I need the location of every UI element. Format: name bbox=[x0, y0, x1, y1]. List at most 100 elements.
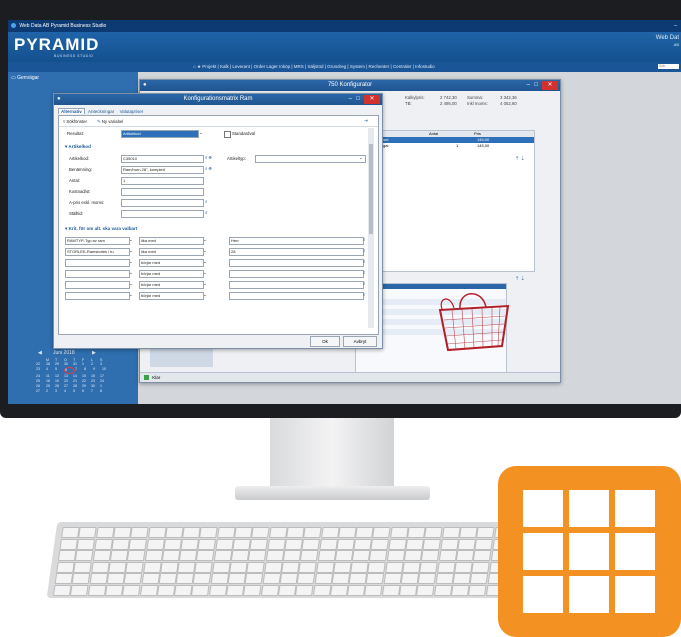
prev-month-icon[interactable]: ◀ bbox=[38, 350, 42, 356]
menu-item[interactable]: Kalk bbox=[220, 64, 229, 69]
search-icon[interactable]: ⌕ ⊕ bbox=[205, 166, 211, 171]
standardval-checkbox[interactable] bbox=[224, 131, 231, 138]
benamning-field[interactable]: Ram/horn 28", komplett bbox=[121, 166, 204, 174]
menu-item[interactable]: Order Lager Inköp bbox=[254, 64, 291, 69]
criteria-value-field[interactable] bbox=[229, 259, 364, 267]
minimize-icon[interactable]: – bbox=[349, 94, 352, 105]
chevron-down-icon[interactable]: ⌄ bbox=[129, 281, 133, 287]
tab-valutapriser[interactable]: Valutapriser bbox=[118, 109, 146, 114]
calendar-day[interactable]: 2 bbox=[46, 389, 55, 394]
stalltid-field[interactable] bbox=[121, 210, 204, 218]
chevron-down-icon[interactable]: ⌄ bbox=[129, 248, 133, 254]
artikeltyp-select[interactable] bbox=[255, 155, 366, 163]
home-icon[interactable]: ⌂ ★ bbox=[193, 64, 202, 69]
criteria-variable-select[interactable] bbox=[65, 281, 130, 289]
section-kriterier[interactable]: ▾ Krit. för om alt. ska vara valbart bbox=[65, 226, 137, 232]
chevron-down-icon[interactable]: ⌄ bbox=[203, 237, 207, 243]
criteria-variable-select[interactable] bbox=[65, 292, 130, 300]
calendar-day[interactable]: 4 bbox=[46, 367, 55, 374]
menu-item[interactable]: Leverant bbox=[232, 64, 250, 69]
menu-item[interactable]: Rechenter bbox=[369, 64, 390, 69]
calendar-day[interactable]: 3 bbox=[55, 389, 64, 394]
tab-alternativ[interactable]: Alternativ bbox=[58, 108, 85, 114]
minimize-icon[interactable]: – bbox=[527, 80, 530, 91]
search-icon[interactable]: ⌕ ⊕ bbox=[205, 155, 211, 160]
chevron-down-icon[interactable]: ⌄ bbox=[129, 259, 133, 265]
criteria-operator-select[interactable]: börjar med bbox=[139, 259, 204, 267]
calendar-day[interactable]: 7 bbox=[75, 367, 84, 374]
menu-item[interactable]: Infostudio bbox=[415, 64, 435, 69]
artikelkod-field[interactable]: C35010 bbox=[121, 155, 204, 163]
search-icon[interactable]: ⌕ bbox=[205, 210, 207, 215]
criteria-operator-select[interactable]: börjar med bbox=[139, 292, 204, 300]
chevron-down-icon[interactable]: ⌄ bbox=[203, 281, 207, 287]
chevron-down-icon[interactable]: ⌄ bbox=[199, 130, 203, 136]
menu-item[interactable]: Centraler bbox=[393, 64, 412, 69]
calendar-day[interactable]: 6 bbox=[64, 367, 75, 374]
scrollbar[interactable] bbox=[368, 128, 374, 328]
search-icon[interactable]: ⌕ bbox=[363, 281, 365, 286]
toolbar-sokfonster[interactable]: ▿ Sökfönster bbox=[63, 119, 87, 125]
criteria-variable-select[interactable] bbox=[65, 270, 130, 278]
calendar-day[interactable]: 5 bbox=[73, 389, 82, 394]
calendar-day[interactable]: 7 bbox=[91, 389, 100, 394]
sidebar-item-genvagar[interactable]: ▭ Genvägar bbox=[11, 75, 39, 81]
search-input[interactable]: Sök bbox=[658, 64, 679, 69]
calendar-day[interactable]: 9 bbox=[93, 367, 102, 374]
menu-item[interactable]: Säljstöd bbox=[307, 64, 323, 69]
antal-field[interactable]: 1 bbox=[121, 177, 204, 185]
menu-item[interactable]: Projekt bbox=[202, 64, 216, 69]
close-icon[interactable]: ✕ bbox=[364, 95, 380, 104]
section-artikelkod[interactable]: ▾ Artikelkod bbox=[65, 144, 91, 150]
criteria-value-field[interactable]: 28 bbox=[229, 248, 364, 256]
menu-item[interactable]: Grundreg bbox=[327, 64, 346, 69]
chevron-down-icon[interactable]: ⌄ bbox=[203, 259, 207, 265]
calendar-day[interactable]: 5 bbox=[55, 367, 64, 374]
criteria-variable-select[interactable]: RAMTYP-Typ av ram bbox=[65, 237, 130, 245]
chevron-down-icon[interactable]: ⌄ bbox=[359, 155, 363, 161]
search-icon[interactable]: ⌕ bbox=[363, 259, 365, 264]
tab-anteckningar[interactable]: Anteckningar bbox=[86, 109, 116, 114]
apris-field[interactable] bbox=[121, 199, 204, 207]
calendar-day[interactable]: 10 bbox=[102, 367, 111, 374]
criteria-value-field[interactable] bbox=[229, 292, 364, 300]
criteria-operator-select[interactable]: börjar med bbox=[139, 281, 204, 289]
criteria-value-field[interactable] bbox=[229, 281, 364, 289]
calendar-day[interactable]: 6 bbox=[82, 389, 91, 394]
cancel-button[interactable]: Avbryt bbox=[343, 336, 377, 347]
maximize-icon[interactable]: □ bbox=[534, 80, 538, 91]
close-icon[interactable]: ✕ bbox=[542, 81, 558, 90]
collapse-icon[interactable]: ⇥ bbox=[364, 118, 368, 124]
search-icon[interactable]: ⌕ bbox=[205, 199, 207, 204]
calendar-day[interactable]: 4 bbox=[64, 389, 73, 394]
criteria-value-field[interactable]: Herr bbox=[229, 237, 364, 245]
criteria-variable-select[interactable] bbox=[65, 259, 130, 267]
menu-item[interactable]: System bbox=[350, 64, 365, 69]
chevron-down-icon[interactable]: ⌄ bbox=[129, 292, 133, 298]
criteria-operator-select[interactable]: börjar med bbox=[139, 270, 204, 278]
chevron-down-icon[interactable]: ⌄ bbox=[203, 292, 207, 298]
nav-arrows-icon[interactable]: ⇡ ⇣ bbox=[515, 156, 525, 162]
criteria-operator-select[interactable]: lika med bbox=[139, 237, 204, 245]
next-month-icon[interactable]: ▶ bbox=[92, 350, 96, 356]
minimize-icon[interactable]: – bbox=[674, 20, 677, 32]
calendar-day[interactable]: 8 bbox=[100, 389, 109, 394]
menu-item[interactable]: MRS bbox=[294, 64, 304, 69]
ok-button[interactable]: Ok bbox=[310, 336, 340, 347]
resultat-select[interactable]: Artikelkod bbox=[121, 130, 199, 138]
kostnad-field[interactable] bbox=[121, 188, 204, 196]
scrollbar-thumb[interactable] bbox=[369, 144, 373, 234]
search-icon[interactable]: ⌕ bbox=[363, 237, 365, 242]
search-icon[interactable]: ⌕ bbox=[363, 292, 365, 297]
criteria-operator-select[interactable]: lika med bbox=[139, 248, 204, 256]
chevron-down-icon[interactable]: ⌄ bbox=[129, 270, 133, 276]
criteria-value-field[interactable] bbox=[229, 270, 364, 278]
criteria-variable-select[interactable]: STORLEK-Ramstorlek i tu bbox=[65, 248, 130, 256]
toolbar-ny-variabel[interactable]: ✎ Ny variabel bbox=[97, 119, 123, 125]
calendar-day[interactable]: 8 bbox=[84, 367, 93, 374]
chevron-down-icon[interactable]: ⌄ bbox=[203, 270, 207, 276]
chevron-down-icon[interactable]: ⌄ bbox=[129, 237, 133, 243]
maximize-icon[interactable]: □ bbox=[356, 94, 360, 105]
search-icon[interactable]: ⌕ bbox=[363, 248, 365, 253]
chevron-down-icon[interactable]: ⌄ bbox=[203, 248, 207, 254]
